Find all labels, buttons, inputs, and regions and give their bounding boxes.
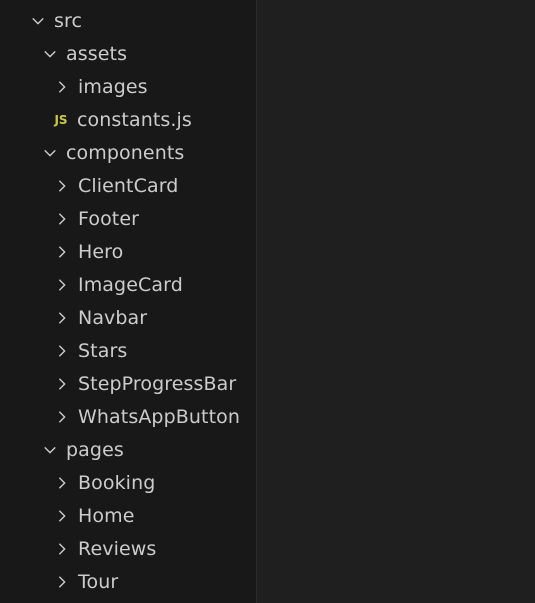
tree-folder-whatsappbutton[interactable]: WhatsAppButton	[0, 400, 256, 433]
tree-folder-label: src	[54, 9, 83, 32]
tree-folder-label: ImageCard	[78, 273, 183, 296]
editor-area[interactable]	[257, 0, 535, 603]
chevron-right-icon	[54, 376, 70, 392]
tree-folder-reviews[interactable]: Reviews	[0, 532, 256, 565]
tree-file-constants-js[interactable]: JS constants.js	[0, 103, 256, 136]
tree-folder-label: StepProgressBar	[78, 372, 237, 395]
tree-folder-assets[interactable]: assets	[0, 37, 256, 70]
tree-folder-footer[interactable]: Footer	[0, 202, 256, 235]
tree-folder-label: components	[66, 141, 185, 164]
tree-folder-label: Reviews	[78, 537, 157, 560]
tree-folder-src[interactable]: src	[0, 4, 256, 37]
file-tree: src assets images JS constants.js compon…	[0, 0, 256, 598]
chevron-right-icon	[54, 277, 70, 293]
chevron-right-icon	[54, 541, 70, 557]
chevron-right-icon	[54, 244, 70, 260]
tree-folder-label: Hero	[78, 240, 124, 263]
chevron-right-icon	[54, 409, 70, 425]
tree-folder-label: Footer	[78, 207, 140, 230]
chevron-right-icon	[54, 475, 70, 491]
tree-folder-clientcard[interactable]: ClientCard	[0, 169, 256, 202]
tree-folder-label: Tour	[78, 570, 119, 593]
tree-folder-label: Stars	[78, 339, 128, 362]
chevron-right-icon	[54, 508, 70, 524]
tree-folder-label: pages	[66, 438, 124, 461]
tree-file-label: constants.js	[77, 108, 192, 131]
tree-folder-home[interactable]: Home	[0, 499, 256, 532]
tree-folder-components[interactable]: components	[0, 136, 256, 169]
tree-folder-label: Booking	[78, 471, 156, 494]
tree-folder-label: Navbar	[78, 306, 148, 329]
tree-folder-tour[interactable]: Tour	[0, 565, 256, 598]
tree-folder-label: WhatsAppButton	[78, 405, 240, 428]
chevron-right-icon	[54, 178, 70, 194]
chevron-down-icon	[42, 145, 58, 161]
tree-folder-navbar[interactable]: Navbar	[0, 301, 256, 334]
tree-folder-booking[interactable]: Booking	[0, 466, 256, 499]
tree-folder-label: Home	[78, 504, 135, 527]
chevron-right-icon	[54, 211, 70, 227]
javascript-file-icon: JS	[54, 112, 68, 127]
chevron-right-icon	[54, 343, 70, 359]
chevron-down-icon	[30, 13, 46, 29]
chevron-down-icon	[42, 442, 58, 458]
tree-folder-label: images	[78, 75, 148, 98]
chevron-right-icon	[54, 79, 70, 95]
tree-folder-pages[interactable]: pages	[0, 433, 256, 466]
tree-folder-hero[interactable]: Hero	[0, 235, 256, 268]
tree-folder-imagecard[interactable]: ImageCard	[0, 268, 256, 301]
tree-folder-images[interactable]: images	[0, 70, 256, 103]
chevron-right-icon	[54, 310, 70, 326]
tree-folder-label: assets	[66, 42, 128, 65]
tree-folder-stepprogressbar[interactable]: StepProgressBar	[0, 367, 256, 400]
tree-folder-stars[interactable]: Stars	[0, 334, 256, 367]
tree-folder-label: ClientCard	[78, 174, 179, 197]
chevron-down-icon	[42, 46, 58, 62]
explorer-sidebar: src assets images JS constants.js compon…	[0, 0, 257, 603]
chevron-right-icon	[54, 574, 70, 590]
